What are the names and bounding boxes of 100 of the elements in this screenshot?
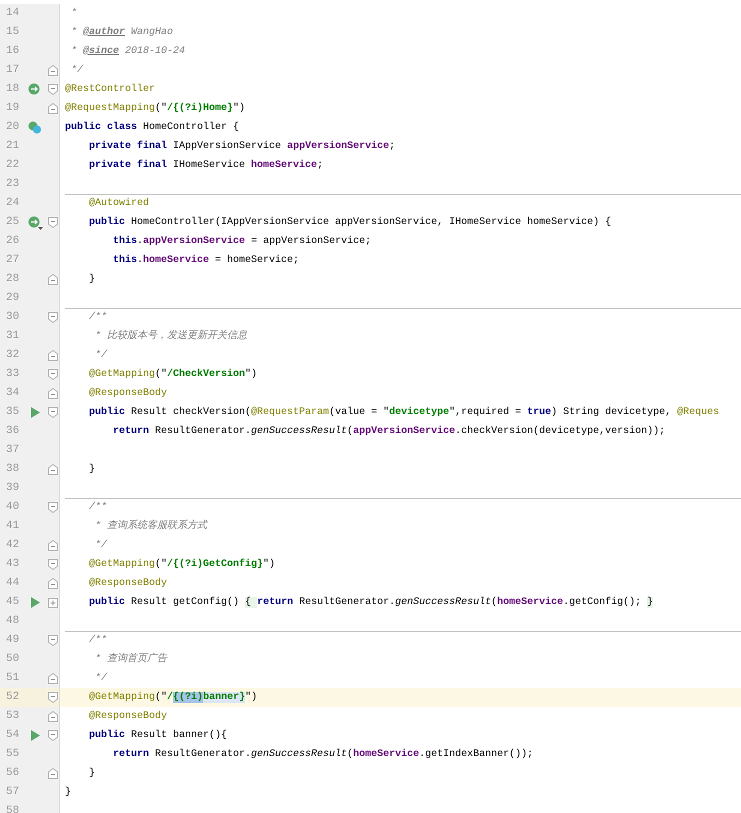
line-number: 49 [5, 633, 20, 648]
line-number: 27 [5, 253, 20, 268]
run-icon[interactable] [30, 597, 40, 608]
line-number: 25 [5, 215, 20, 230]
fold-end-icon[interactable] [48, 540, 58, 551]
line-number: 40 [5, 500, 20, 516]
line-number: 51 [5, 671, 20, 686]
code-line: */ [94, 538, 108, 552]
line-number: 37 [5, 443, 20, 458]
line-number: 35 [5, 405, 20, 420]
line-number: 19 [5, 101, 20, 116]
code-line: * @author WangHao [70, 26, 174, 40]
bean-arrows-menu-icon[interactable] [28, 216, 43, 230]
line-number: 24 [5, 196, 20, 212]
code-line: * @since 2018-10-24 [70, 44, 186, 58]
line-number: 28 [5, 272, 20, 288]
line-number: 21 [5, 139, 20, 154]
code-line: public Result checkVersion(@RequestParam(value = "devicetype",required = true) String devicetype, @Reques [88, 406, 720, 420]
code-line: @GetMapping("/{(?i)banner}") [88, 690, 258, 704]
code-line: private final IHomeService homeService; [88, 158, 324, 172]
code-line: @ResponseBody [88, 386, 168, 400]
code-line: public HomeController(IAppVersionService appVersionService, IHomeService homeService) { [88, 216, 612, 230]
line-number: 44 [5, 576, 20, 592]
line-number: 31 [5, 329, 20, 344]
line-number: 32 [5, 348, 20, 364]
line-number: 30 [5, 310, 20, 326]
code-line: /** [88, 501, 108, 515]
fold-marker-icon[interactable] [48, 635, 58, 646]
code-line: @RestController [65, 82, 156, 96]
line-number: 33 [5, 367, 20, 382]
code-line: this.appVersionService = appVersionService; [112, 234, 372, 248]
code-line: @Autowired [88, 197, 150, 211]
fold-end-icon[interactable] [48, 274, 58, 285]
fold-marker-icon[interactable] [48, 84, 58, 95]
code-line: } [88, 462, 96, 476]
code-line: @ResponseBody [88, 576, 168, 590]
code-line: /** [88, 311, 108, 325]
line-number: 18 [5, 82, 20, 98]
line-number: 29 [5, 291, 20, 306]
fold-end-icon[interactable] [48, 578, 58, 589]
code-line: */ [94, 672, 108, 686]
line-number: 55 [5, 747, 20, 762]
fold-end-icon[interactable] [48, 388, 58, 399]
fold-end-icon[interactable] [48, 768, 58, 779]
line-number: 57 [5, 785, 20, 800]
fold-marker-icon[interactable] [48, 369, 58, 380]
line-number: 43 [5, 557, 20, 572]
fold-marker-icon[interactable] [48, 407, 58, 418]
code-line: public class HomeController { [65, 120, 240, 134]
line-number: 17 [5, 63, 20, 78]
line-number: 56 [5, 766, 20, 782]
line-number: 50 [5, 652, 20, 668]
run-icon[interactable] [30, 407, 40, 418]
code-line: * 查询系统客服联系方式 [94, 520, 208, 534]
fold-marker-icon[interactable] [48, 502, 58, 513]
fold-end-icon[interactable] [48, 673, 58, 684]
code-line: * 查询首页广告 [94, 652, 168, 666]
code-line: @GetMapping("/CheckVersion") [88, 368, 258, 382]
run-icon[interactable] [30, 730, 40, 741]
fold-marker-icon[interactable] [48, 312, 58, 323]
line-number: 45 [5, 595, 20, 610]
code-line: } [88, 766, 96, 780]
code-line: private final IAppVersionService appVersionService; [88, 140, 396, 154]
code-line: * 比较版本号，发送更新开关信息 [94, 330, 248, 344]
line-number: 54 [5, 728, 20, 744]
code-line: @RequestMapping("/{(?i)Home}") [65, 102, 246, 116]
code-line: */ [94, 348, 108, 362]
line-number: 20 [5, 120, 20, 136]
line-number: 26 [5, 234, 20, 250]
line-number: 38 [5, 462, 20, 478]
code-line: } [65, 786, 72, 800]
code-line: public Result banner(){ [88, 728, 228, 742]
fold-marker-icon[interactable] [48, 217, 58, 228]
class-icon[interactable] [28, 121, 42, 134]
fold-end-icon[interactable] [48, 350, 58, 361]
code-line: * [70, 6, 78, 20]
code-line: } [88, 272, 96, 286]
code-line: @ResponseBody [88, 710, 168, 724]
fold-marker-icon[interactable] [48, 730, 58, 741]
code-line: /** [88, 634, 108, 648]
line-number: 34 [5, 386, 20, 402]
line-number: 15 [5, 25, 20, 40]
line-number: 39 [5, 481, 20, 496]
code-line: this.homeService = homeService; [112, 254, 300, 268]
code-line: return ResultGenerator.genSuccessResult(appVersionService.checkVersion(devicetype,version)); [112, 424, 666, 438]
line-number: 16 [5, 44, 20, 60]
line-number: 14 [5, 6, 20, 22]
line-number: 58 [5, 804, 20, 813]
fold-end-icon[interactable] [48, 65, 58, 76]
fold-marker-icon[interactable] [48, 559, 58, 570]
fold-marker-icon[interactable] [48, 692, 58, 703]
fold-end-icon[interactable] [48, 103, 58, 114]
fold-end-icon[interactable] [48, 464, 58, 475]
line-number: 48 [5, 614, 20, 630]
code-line: public Result getConfig() { return ResultGenerator.genSuccessResult(homeService.getConfig(); } [88, 596, 654, 610]
line-number: 23 [5, 177, 20, 192]
expand-icon[interactable] [48, 598, 58, 608]
fold-end-icon[interactable] [48, 711, 58, 722]
code-line: @GetMapping("/{(?i)GetConfig}") [88, 558, 276, 572]
code-line: */ [70, 64, 84, 78]
